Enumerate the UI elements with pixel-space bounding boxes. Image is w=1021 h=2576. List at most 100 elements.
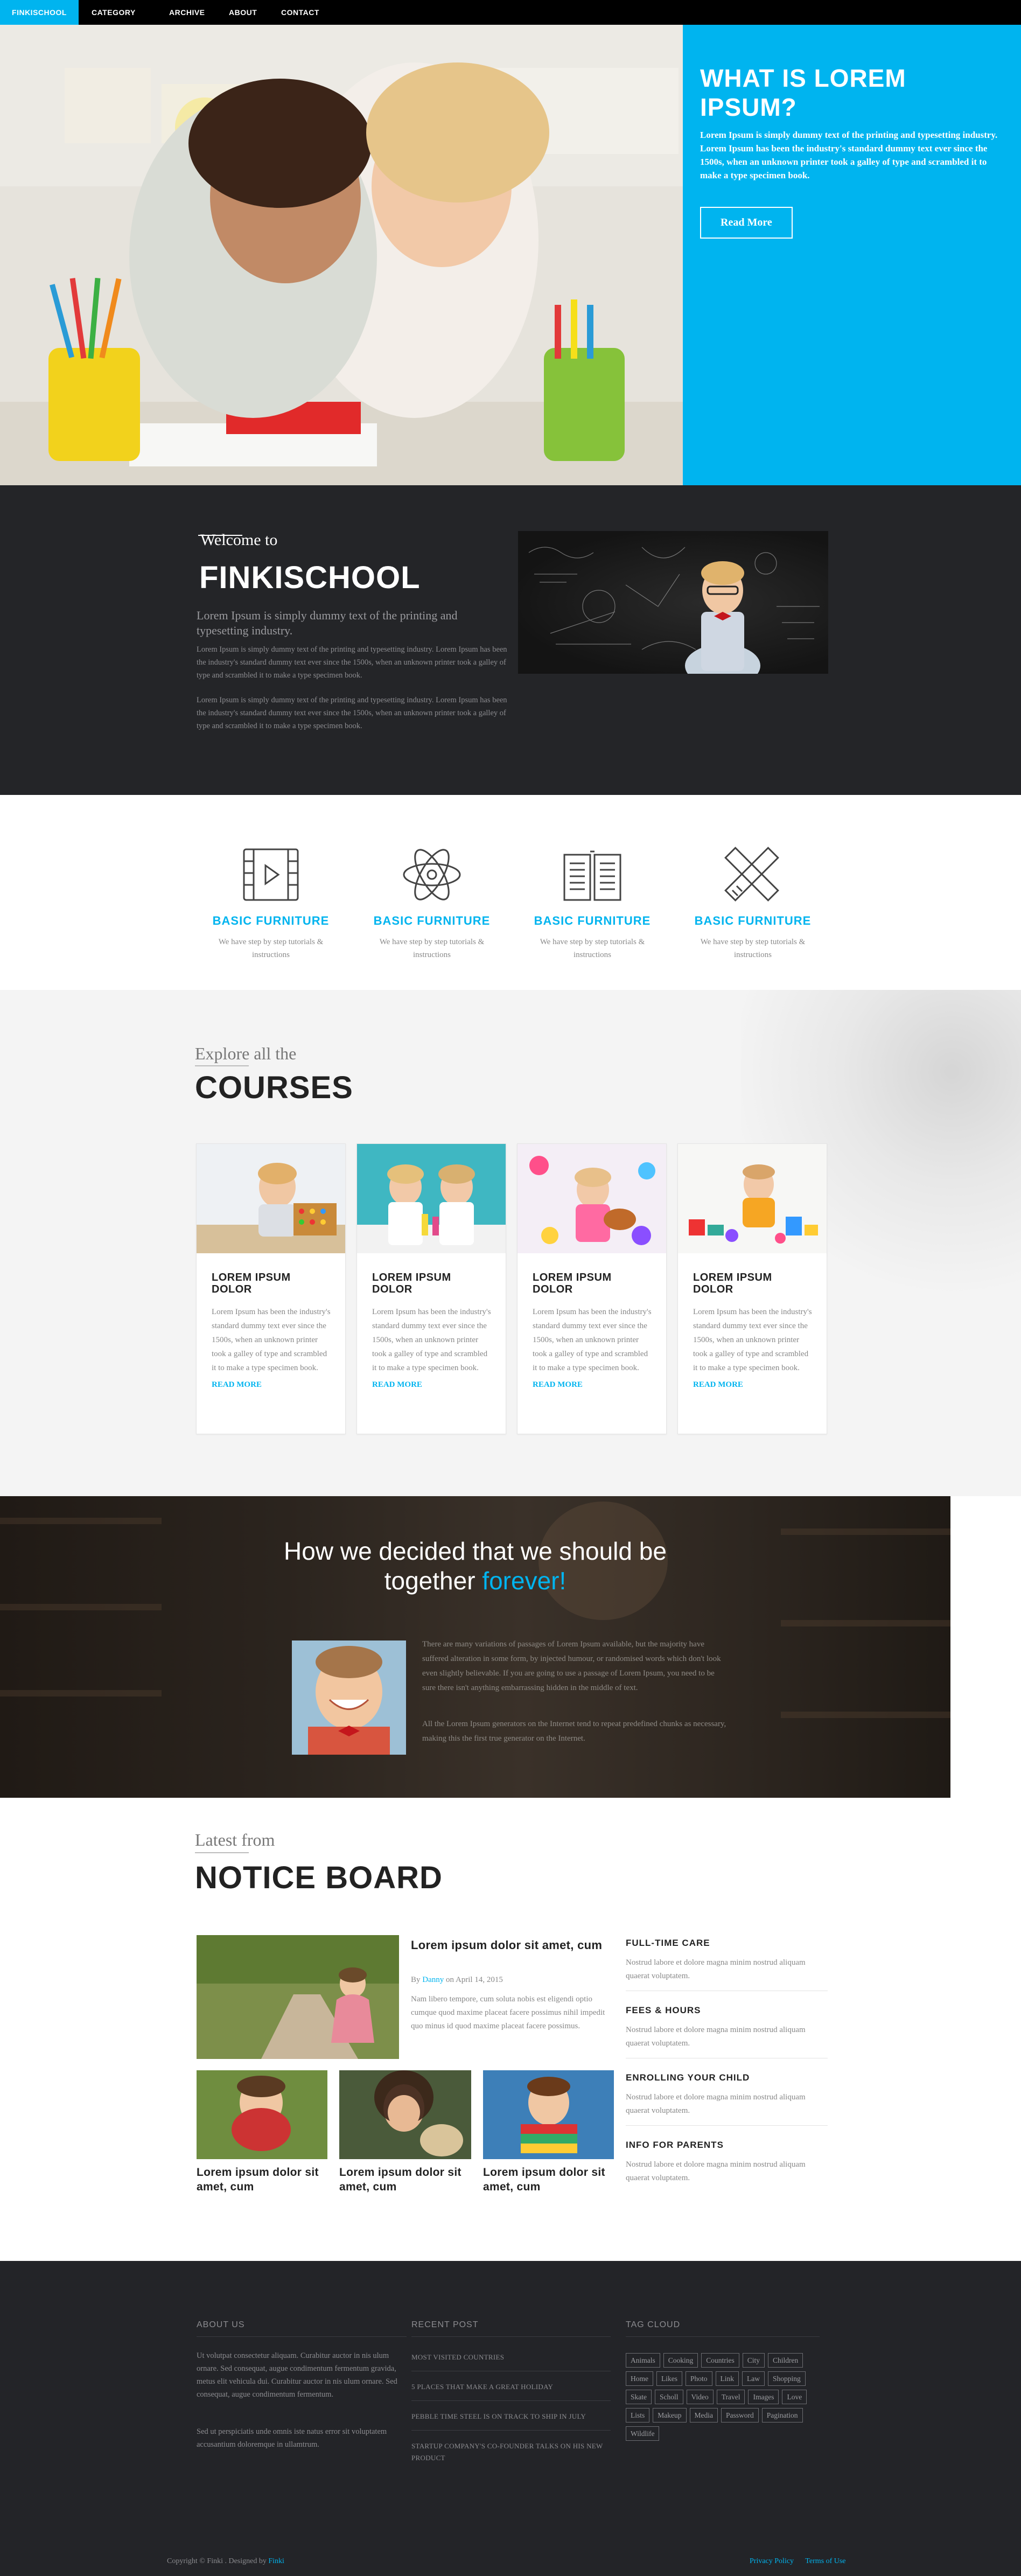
- recent-post-link[interactable]: PEBBLE TIME STEEL IS ON TRACK TO SHIP IN…: [411, 2401, 611, 2431]
- notice-thumb-image[interactable]: [339, 2070, 471, 2159]
- tag[interactable]: Love: [782, 2390, 807, 2404]
- tag[interactable]: Wildlife: [626, 2426, 660, 2441]
- notice-thumb-title[interactable]: Lorem ipsum dolor sit amet, cum: [483, 2165, 618, 2194]
- courses-small-title: Explore all the: [195, 1044, 297, 1063]
- course-title: LOREM IPSUM DOLOR: [212, 1272, 291, 1295]
- notice-thumb-image[interactable]: [483, 2070, 614, 2159]
- top-nav: FINKISCHOOL CATEGORY ARCHIVE ABOUT CONTA…: [0, 0, 1021, 25]
- hero-section: WHAT IS LOREM IPSUM? Lorem Ipsum is simp…: [0, 25, 1021, 485]
- divider: [626, 2125, 828, 2126]
- feature-card: BASIC FURNITURE We have step by step tut…: [206, 845, 335, 961]
- tag[interactable]: Photo: [686, 2371, 712, 2386]
- tag[interactable]: Likes: [656, 2371, 682, 2386]
- recent-post-link[interactable]: STARTUP COMPANY'S CO-FOUNDER TALKS ON HI…: [411, 2431, 611, 2472]
- video-icon: [243, 848, 299, 901]
- tag[interactable]: City: [742, 2353, 765, 2368]
- testimonial-heading-line-1: How we decided that we should be: [284, 1537, 667, 1565]
- nav-item-contact[interactable]: CONTACT: [281, 8, 319, 17]
- course-image: [518, 1144, 666, 1253]
- notice-thumb-title[interactable]: Lorem ipsum dolor sit amet, cum: [197, 2165, 331, 2194]
- copyright: Copyright © Finki . Designed by Finki: [167, 2557, 284, 2566]
- divider: [626, 2336, 820, 2337]
- welcome-title: FINKISCHOOL: [199, 560, 421, 595]
- welcome-subtitle: Lorem Ipsum is simply dummy text of the …: [197, 609, 458, 637]
- testimonial-paragraph-1: There are many variations of passages of…: [422, 1640, 721, 1692]
- read-more-button[interactable]: Read More: [700, 207, 793, 239]
- terms-of-use-link[interactable]: Terms of Use: [805, 2557, 845, 2565]
- sidebar-item-full-time-care[interactable]: FULL-TIME CARE Nostrud labore et dolore …: [626, 1938, 828, 1991]
- feature-title: BASIC FURNITURE: [694, 914, 812, 927]
- tag[interactable]: Law: [742, 2371, 765, 2386]
- designer-link[interactable]: Finki: [268, 2557, 284, 2565]
- privacy-policy-link[interactable]: Privacy Policy: [750, 2557, 794, 2565]
- nav-item-about[interactable]: ABOUT: [229, 8, 257, 17]
- tag[interactable]: Makeup: [653, 2408, 687, 2423]
- read-more-link[interactable]: READ MORE: [693, 1380, 827, 1390]
- brand-logo[interactable]: FINKISCHOOL: [0, 0, 79, 25]
- course-title: LOREM IPSUM DOLOR: [533, 1272, 612, 1295]
- course-title: LOREM IPSUM DOLOR: [372, 1272, 451, 1295]
- tag[interactable]: Images: [748, 2390, 779, 2404]
- welcome-paragraph-2: Lorem Ipsum is simply dummy text of the …: [197, 696, 507, 730]
- tag[interactable]: Video: [686, 2390, 714, 2404]
- recent-post-link[interactable]: 5 PLACES THAT MAKE A GREAT HOLIDAY: [411, 2371, 611, 2401]
- tag[interactable]: Children: [768, 2353, 803, 2368]
- post-date: on April 14, 2015: [446, 1975, 503, 1984]
- notice-thumb-title[interactable]: Lorem ipsum dolor sit amet, cum: [339, 2165, 474, 2194]
- sidebar-item-title: FULL-TIME CARE: [626, 1938, 710, 1948]
- tag[interactable]: Countries: [701, 2353, 739, 2368]
- pencil-ruler-icon: [724, 847, 779, 902]
- tag[interactable]: Cooking: [663, 2353, 698, 2368]
- read-more-link[interactable]: READ MORE: [212, 1380, 345, 1390]
- nav-item-category[interactable]: CATEGORY: [92, 8, 136, 17]
- course-description: Lorem Ipsum has been the industry's stan…: [533, 1308, 652, 1372]
- read-more-link[interactable]: READ MORE: [533, 1380, 666, 1390]
- tag[interactable]: Media: [689, 2408, 718, 2423]
- copyright-text: Copyright © Finki . Designed by: [167, 2557, 267, 2565]
- course-card[interactable]: LOREM IPSUM DOLOR Lorem Ipsum has been t…: [517, 1143, 667, 1434]
- notice-small-title: Latest from: [195, 1830, 275, 1849]
- notice-thumb-image[interactable]: [197, 2070, 327, 2159]
- tag[interactable]: Home: [626, 2371, 653, 2386]
- course-image: [678, 1144, 827, 1253]
- read-more-link[interactable]: READ MORE: [372, 1380, 506, 1390]
- notice-main-title[interactable]: Lorem ipsum dolor sit amet, cum: [411, 1938, 610, 1953]
- sidebar-item-fees-hours[interactable]: FEES & HOURS Nostrud labore et dolore ma…: [626, 2005, 828, 2058]
- tag[interactable]: Travel: [716, 2390, 745, 2404]
- tag[interactable]: Animals: [626, 2353, 660, 2368]
- footer: ABOUT US Ut volutpat consectetur aliquam…: [0, 2261, 1021, 2576]
- atom-icon: [403, 849, 461, 900]
- course-description: Lorem Ipsum has been the industry's stan…: [693, 1308, 812, 1372]
- divider: [411, 2336, 611, 2337]
- tag[interactable]: Shopping: [768, 2371, 806, 2386]
- course-card[interactable]: LOREM IPSUM DOLOR Lorem Ipsum has been t…: [677, 1143, 827, 1434]
- notice-main-image[interactable]: [197, 1935, 399, 2059]
- recent-post-list: MOST VISITED COUNTRIES 5 PLACES THAT MAK…: [411, 2342, 611, 2472]
- recent-post-link[interactable]: MOST VISITED COUNTRIES: [411, 2342, 611, 2371]
- course-description: Lorem Ipsum has been the industry's stan…: [212, 1308, 331, 1372]
- nav-item-archive[interactable]: ARCHIVE: [169, 8, 205, 17]
- testimonial-paragraph-2: All the Lorem Ipsum generators on the In…: [422, 1720, 726, 1743]
- sidebar-item-info-parents[interactable]: INFO FOR PARENTS Nostrud labore et dolor…: [626, 2140, 828, 2185]
- legal-links: Privacy Policy Terms of Use: [750, 2557, 856, 2566]
- course-card[interactable]: LOREM IPSUM DOLOR Lorem Ipsum has been t…: [196, 1143, 346, 1434]
- course-card[interactable]: LOREM IPSUM DOLOR Lorem Ipsum has been t…: [356, 1143, 506, 1434]
- notice-board-section: Latest from NOTICE BOARD Lorem ipsum dol…: [0, 1798, 1021, 2261]
- heading-accent: forever!: [482, 1567, 567, 1595]
- tag[interactable]: Scholl: [655, 2390, 683, 2404]
- testimonial-avatar: [292, 1640, 406, 1755]
- sidebar-item-title: ENROLLING YOUR CHILD: [626, 2072, 750, 2083]
- tag[interactable]: Link: [715, 2371, 739, 2386]
- tag[interactable]: Pagination: [761, 2408, 803, 2423]
- sidebar-item-text: Nostrud labore et dolore magna minim nos…: [626, 1958, 806, 1980]
- tag[interactable]: Lists: [626, 2408, 650, 2423]
- tag[interactable]: Skate: [626, 2390, 652, 2404]
- course-title: LOREM IPSUM DOLOR: [693, 1272, 772, 1295]
- feature-card: BASIC FURNITURE We have step by step tut…: [367, 845, 496, 961]
- tag[interactable]: Password: [721, 2408, 759, 2423]
- author-link[interactable]: Danny: [422, 1975, 444, 1984]
- chalkboard-image: [518, 531, 828, 674]
- sidebar-item-title: FEES & HOURS: [626, 2005, 701, 2015]
- sidebar-item-enrolling[interactable]: ENROLLING YOUR CHILD Nostrud labore et d…: [626, 2072, 828, 2126]
- hero-panel: WHAT IS LOREM IPSUM? Lorem Ipsum is simp…: [683, 25, 1021, 485]
